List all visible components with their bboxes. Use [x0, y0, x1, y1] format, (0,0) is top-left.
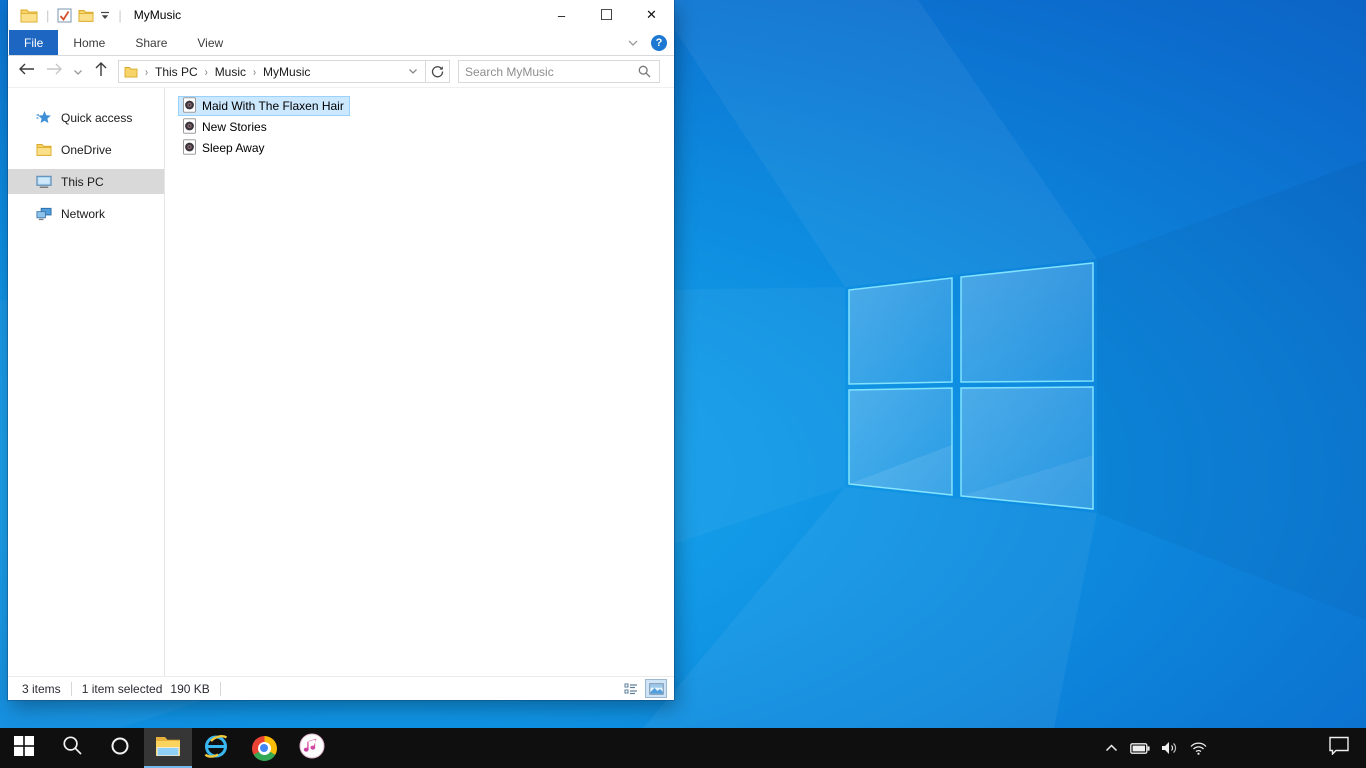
file-item[interactable]: New Stories	[178, 117, 273, 137]
file-name: New Stories	[202, 120, 267, 134]
sidebar-item-label: OneDrive	[61, 142, 112, 157]
tab-home[interactable]: Home	[58, 30, 120, 55]
maximize-button[interactable]: ☐	[584, 0, 629, 30]
system-tray	[1101, 728, 1208, 768]
address-bar[interactable]: › This PC › Music › MyMusic	[118, 60, 450, 83]
status-separator	[70, 681, 72, 696]
onedrive-folder-icon	[36, 142, 52, 158]
sidebar-item-this-pc[interactable]: This PC	[8, 169, 164, 194]
chrome-icon	[251, 735, 277, 761]
close-button[interactable]: ✕	[629, 0, 674, 30]
minimize-button[interactable]: –	[539, 0, 584, 30]
selection-info: 1 item selected	[81, 681, 163, 696]
breadcrumb-separator: ›	[204, 65, 208, 78]
sidebar-item-network[interactable]: Network	[8, 201, 164, 226]
items-count: 3 items	[22, 681, 61, 696]
thumbnails-view-icon[interactable]	[645, 679, 667, 698]
sidebar-item-onedrive[interactable]: OneDrive	[8, 137, 164, 162]
folder-icon	[124, 66, 138, 78]
window-controls: – ☐ ✕	[539, 0, 674, 30]
this-pc-monitor-icon	[36, 174, 52, 190]
volume-icon[interactable]	[1159, 738, 1179, 758]
sidebar-item-label: This PC	[61, 174, 104, 189]
battery-icon[interactable]	[1130, 738, 1150, 758]
explorer-content: Quick access OneDrive This PC Network Ma…	[8, 87, 674, 676]
taskbar	[0, 728, 1366, 768]
refresh-icon[interactable]	[425, 61, 449, 82]
taskbar-file-explorer-button[interactable]	[144, 728, 192, 768]
qat-separator: |	[118, 7, 122, 23]
file-item[interactable]: Sleep Away	[178, 138, 271, 158]
breadcrumb-this-pc[interactable]: This PC	[150, 65, 203, 79]
itunes-button[interactable]	[288, 728, 336, 768]
notifications-icon	[1328, 736, 1350, 760]
taskbar-search-button[interactable]	[48, 728, 96, 768]
details-view-icon[interactable]	[620, 679, 642, 698]
audio-file-icon	[182, 117, 197, 137]
properties-check-icon[interactable]	[57, 7, 72, 23]
navigation-buttons	[8, 61, 118, 82]
up-icon[interactable]	[94, 61, 108, 82]
search-input[interactable]	[459, 64, 634, 79]
file-list[interactable]: Maid With The Flaxen Hair New Stories Sl…	[165, 88, 674, 676]
internet-explorer-button[interactable]	[192, 728, 240, 768]
address-dropdown-chevron-icon[interactable]	[401, 68, 425, 75]
search-icon	[62, 735, 83, 761]
breadcrumb-music[interactable]: Music	[210, 65, 251, 79]
file-name: Maid With The Flaxen Hair	[202, 99, 344, 113]
file-explorer-window: | | MyMusic – ☐ ✕ File Home Share View ?…	[8, 0, 674, 700]
chevron-up-icon[interactable]	[1101, 738, 1121, 758]
audio-file-icon	[182, 96, 197, 116]
tab-file[interactable]: File	[9, 30, 59, 55]
windows-start-icon	[14, 735, 34, 761]
breadcrumb-separator: ›	[145, 65, 148, 78]
sidebar-item-label: Quick access	[61, 110, 133, 125]
address-row: › This PC › Music › MyMusic	[8, 56, 674, 87]
start-button[interactable]	[0, 728, 48, 768]
wifi-icon[interactable]	[1188, 738, 1208, 758]
recent-locations-chevron-icon[interactable]	[73, 63, 83, 81]
status-separator	[219, 681, 221, 696]
search-box	[458, 60, 660, 83]
back-icon[interactable]	[18, 62, 35, 81]
audio-file-icon	[182, 138, 197, 158]
navigation-pane: Quick access OneDrive This PC Network	[8, 88, 165, 676]
help-icon[interactable]: ?	[651, 35, 667, 51]
cortana-button[interactable]	[96, 728, 144, 768]
file-explorer-icon	[20, 8, 38, 23]
qat-separator: |	[46, 7, 50, 23]
internet-explorer-icon	[202, 733, 230, 764]
tab-share[interactable]: Share	[120, 30, 182, 55]
breadcrumb-separator: ›	[253, 65, 257, 78]
tab-view[interactable]: View	[182, 30, 238, 55]
selection-size: 190 KB	[170, 681, 210, 696]
forward-icon[interactable]	[46, 62, 63, 81]
sidebar-item-label: Network	[61, 206, 106, 221]
qat-dropdown-icon[interactable]	[100, 11, 110, 20]
cortana-icon	[110, 736, 130, 761]
title-bar[interactable]: | | MyMusic – ☐ ✕	[8, 0, 674, 30]
new-folder-icon[interactable]	[78, 9, 94, 22]
sidebar-item-quick-access[interactable]: Quick access	[8, 105, 164, 130]
view-toggle-buttons	[620, 679, 667, 698]
collapse-ribbon-chevron-icon[interactable]	[627, 34, 639, 52]
magnifier-icon[interactable]	[634, 65, 659, 78]
window-title: MyMusic	[133, 8, 182, 22]
network-icon	[36, 206, 52, 222]
breadcrumb-mymusic[interactable]: MyMusic	[258, 65, 315, 79]
action-center-button[interactable]	[1328, 728, 1350, 768]
quick-access-star-icon	[36, 110, 52, 126]
chrome-button[interactable]	[240, 728, 288, 768]
itunes-icon	[299, 733, 325, 764]
status-bar: 3 items 1 item selected 190 KB	[8, 676, 674, 700]
ribbon-tab-bar: File Home Share View ?	[8, 30, 674, 56]
file-name: Sleep Away	[202, 141, 265, 155]
file-item[interactable]: Maid With The Flaxen Hair	[178, 96, 350, 116]
file-explorer-icon	[155, 735, 181, 761]
